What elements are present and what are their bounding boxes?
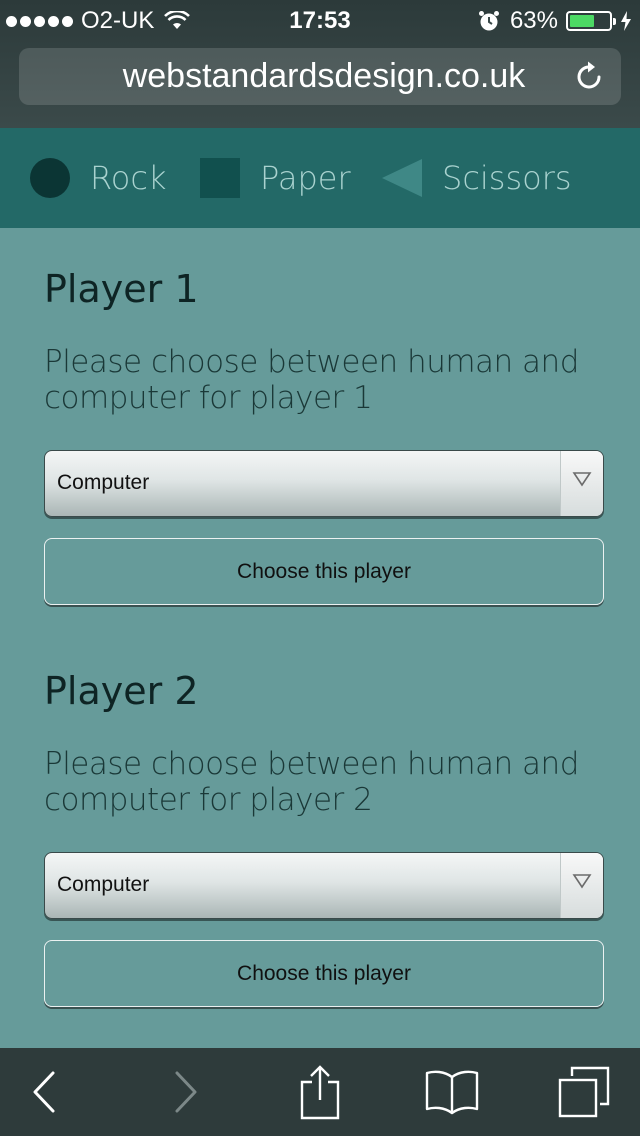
forward-button[interactable] [146,1048,226,1136]
player-1-title: Player 1 [44,267,199,311]
charging-bolt-icon [621,11,631,31]
game-nav: Rock Paper Scissors [0,128,640,228]
player-1-select-value: Computer [57,471,150,494]
back-arrow-icon[interactable] [29,1070,59,1114]
nav-scissors-label: Scissors [442,159,572,197]
alarm-clock-icon [478,11,499,31]
bookmarks-icon[interactable] [424,1069,480,1115]
player-2-choose-button[interactable]: Choose this player [44,940,604,1007]
forward-arrow-icon[interactable] [171,1070,201,1114]
address-bar[interactable]: webstandardsdesign.co.uk [19,48,621,105]
nav-rock-label: Rock [90,159,167,197]
player-1-section: Player 1 Please choose between human and… [44,266,604,605]
share-button[interactable] [280,1048,360,1136]
player-2-title: Player 2 [44,669,199,713]
status-right: 63% [478,7,632,35]
scissors-triangle-icon [382,159,422,197]
paper-square-icon [200,158,240,198]
player-1-description: Please choose between human and computer… [44,344,579,416]
browser-toolbar [0,1048,640,1136]
player-2-section: Player 2 Please choose between human and… [44,668,604,1007]
tabs-button[interactable] [544,1048,624,1136]
battery-fill [570,15,594,27]
nav-item-paper[interactable]: Paper [200,128,351,228]
player-2-type-select[interactable]: Computer [44,852,604,919]
tabs-icon[interactable] [558,1066,610,1118]
player-2-description: Please choose between human and computer… [44,746,579,818]
player-1-choose-button[interactable]: Choose this player [44,538,604,605]
rock-circle-icon [30,158,70,198]
dropdown-arrow-icon[interactable] [560,451,603,516]
nav-item-scissors[interactable]: Scissors [382,128,572,228]
player-1-type-select[interactable]: Computer [44,450,604,517]
browser-chrome: O2-UK 17:53 63% webstandardsdesign.co.uk [0,0,640,128]
battery-icon [566,11,616,31]
battery-percent: 63% [509,7,558,34]
url-text[interactable]: webstandardsdesign.co.uk [19,57,629,96]
bookmarks-button[interactable] [412,1048,492,1136]
back-button[interactable] [4,1048,84,1136]
nav-item-rock[interactable]: Rock [30,128,167,228]
status-bar: O2-UK 17:53 63% [0,0,640,40]
nav-paper-label: Paper [260,159,351,197]
share-icon[interactable] [298,1064,342,1120]
player-2-select-value: Computer [57,873,150,896]
dropdown-arrow-icon[interactable] [560,853,603,918]
reload-icon[interactable] [575,60,605,92]
